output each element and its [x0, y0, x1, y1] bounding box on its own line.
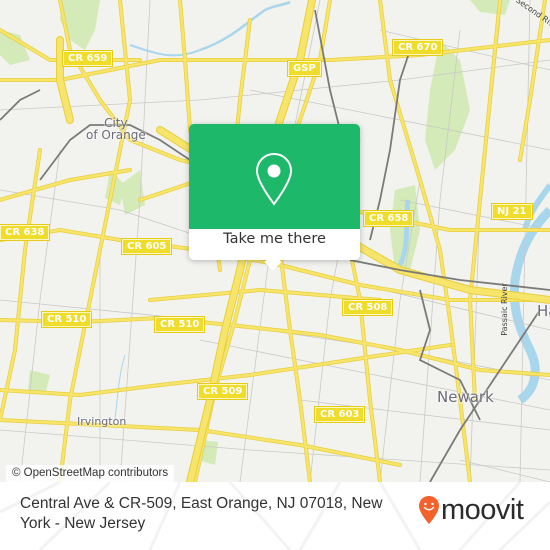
- road-shield-gsp: GSP: [287, 60, 322, 77]
- place-label-harrison: Ha: [537, 302, 550, 320]
- road-shield-cr658: CR 658: [362, 210, 415, 227]
- road-shield-cr638: CR 638: [0, 224, 51, 241]
- stop-address: Central Ave & CR-509, East Orange, NJ 07…: [20, 495, 383, 532]
- road-shield-cr670: CR 670: [391, 39, 444, 56]
- place-label-irvington: Irvington: [77, 415, 127, 428]
- page: CR 659 CR 670 GSP CR 638 CR 605 CR 658 N…: [0, 0, 550, 550]
- road-shield-cr603: CR 603: [313, 406, 366, 423]
- moovit-logo[interactable]: moovit: [418, 494, 524, 526]
- road-shield-cr508: CR 508: [341, 299, 394, 316]
- map-canvas[interactable]: CR 659 CR 670 GSP CR 638 CR 605 CR 658 N…: [0, 0, 550, 482]
- road-shield-nj21: NJ 21: [491, 203, 533, 220]
- location-pin-icon: [255, 152, 293, 206]
- moovit-wordmark: moovit: [441, 494, 524, 526]
- place-label-newark: Newark: [437, 388, 494, 406]
- location-popup[interactable]: Take me there: [189, 124, 360, 271]
- moovit-smiley-pin-icon: [419, 496, 439, 524]
- place-label-city-of-orange: City of Orange: [86, 117, 146, 141]
- footer: Central Ave & CR-509, East Orange, NJ 07…: [0, 482, 550, 550]
- road-shield-cr510-east: CR 510: [153, 316, 206, 333]
- take-me-there-button[interactable]: Take me there: [189, 231, 360, 247]
- road-shield-cr509: CR 509: [196, 383, 249, 400]
- osm-attribution[interactable]: © OpenStreetMap contributors: [6, 465, 175, 482]
- road-shield-cr659: CR 659: [61, 50, 114, 67]
- road-shield-cr605: CR 605: [120, 238, 173, 255]
- water-label-passaic-river: Passaic River: [499, 283, 509, 336]
- place-label-city-of-orange-line2: of Orange: [86, 128, 146, 142]
- road-shield-cr510-west: CR 510: [40, 311, 93, 328]
